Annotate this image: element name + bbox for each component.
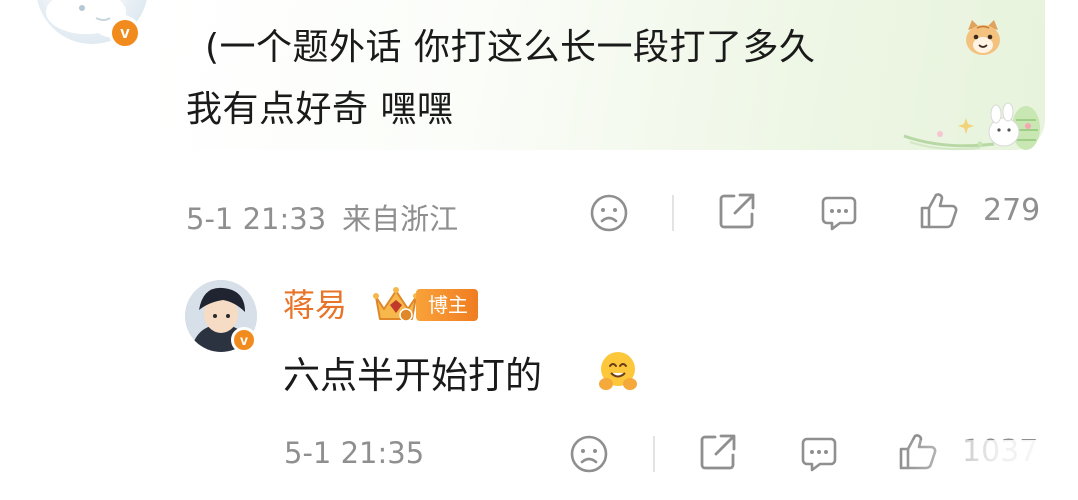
hugging-face-emoji-icon	[599, 352, 637, 390]
bunny-decoration-icon	[903, 102, 1040, 151]
divider	[653, 436, 655, 472]
reply-text: 六点半开始打的	[283, 354, 542, 397]
like-thumb-icon[interactable]	[918, 190, 960, 232]
comment-icon[interactable]	[818, 192, 860, 234]
blogger-badge: 博主	[416, 289, 478, 321]
comment-meta: 5-1 21:33 来自浙江	[186, 196, 458, 238]
fade-overlay	[900, 440, 1078, 500]
share-icon[interactable]	[697, 431, 739, 473]
reply-username[interactable]: 蒋易	[283, 280, 347, 326]
comment-location: 来自浙江	[342, 202, 459, 236]
comment-time: 5-1 21:33	[186, 202, 327, 236]
share-icon[interactable]	[716, 190, 758, 232]
reply-time: 5-1 21:35	[284, 436, 425, 470]
verified-badge: v	[231, 327, 257, 353]
cat-face-emoji-icon	[966, 20, 1000, 55]
like-count: 279	[983, 193, 1041, 228]
dislike-face-icon[interactable]	[588, 192, 630, 234]
comment-text-line-1: (一个题外话 你打这么长一段打了多久	[205, 27, 816, 68]
comment-text-line-2: 我有点好奇 嘿嘿	[186, 89, 454, 130]
verified-badge: v	[109, 17, 141, 49]
divider	[672, 195, 674, 231]
dislike-face-icon[interactable]	[568, 433, 610, 475]
crown-icon	[373, 287, 419, 322]
comment-icon[interactable]	[798, 433, 840, 475]
